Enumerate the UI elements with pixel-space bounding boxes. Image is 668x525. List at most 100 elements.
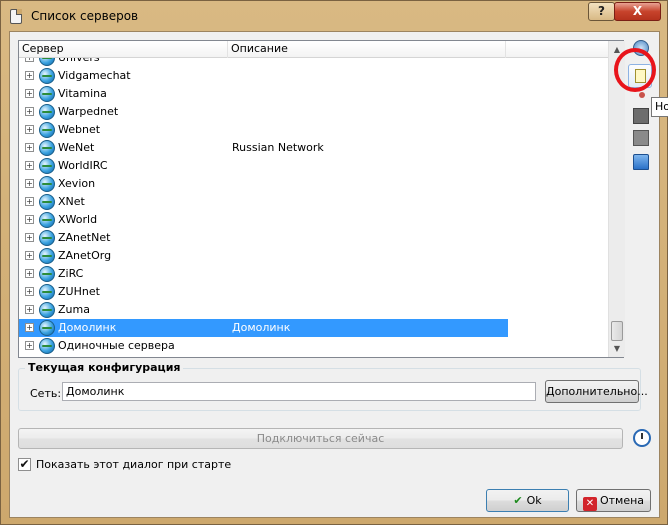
server-name: ZAnetNet	[58, 231, 111, 244]
globe-icon	[39, 104, 55, 120]
timer-icon[interactable]	[633, 429, 651, 447]
globe-icon	[39, 212, 55, 228]
delete-icon[interactable]	[639, 92, 645, 98]
expand-icon[interactable]: +	[25, 71, 34, 80]
expand-icon[interactable]: +	[25, 58, 34, 62]
ok-button[interactable]: ✔ Ok	[486, 489, 569, 512]
help-button[interactable]: ?	[588, 2, 615, 21]
list-item[interactable]: + WorldIRC	[19, 157, 608, 175]
list-header: Сервер Описание	[19, 41, 608, 58]
server-name: WeNet	[58, 141, 95, 154]
expand-icon[interactable]: +	[25, 161, 34, 170]
paste-icon[interactable]	[633, 130, 649, 146]
list-item[interactable]: + ZAnetNet	[19, 229, 608, 247]
show-on-start-label[interactable]: Показать этот диалог при старте	[36, 458, 231, 471]
list-item[interactable]: + XWorld	[19, 211, 608, 229]
expand-icon[interactable]: +	[25, 125, 34, 134]
globe-icon	[39, 158, 55, 174]
scroll-down-icon[interactable]: ▼	[609, 340, 625, 357]
globe-icon	[39, 86, 55, 102]
globe-icon	[39, 176, 55, 192]
expand-icon[interactable]: +	[25, 305, 34, 314]
globe-icon	[39, 140, 55, 156]
expand-icon[interactable]: +	[25, 89, 34, 98]
expand-icon[interactable]: +	[25, 287, 34, 296]
list-item[interactable]: + Zuma	[19, 301, 608, 319]
list-item[interactable]: + Vidgamechat	[19, 67, 608, 85]
server-description: Russian Network	[232, 141, 324, 154]
list-item[interactable]: + Домолинк Домолинк	[19, 319, 508, 337]
globe-icon	[39, 338, 55, 354]
globe-icon	[39, 248, 55, 264]
expand-icon[interactable]: +	[25, 107, 34, 116]
server-name: ZAnetOrg	[58, 249, 112, 262]
server-name: XNet	[58, 195, 85, 208]
expand-icon[interactable]: +	[25, 269, 34, 278]
globe-icon	[39, 68, 55, 84]
ok-label: Ok	[526, 494, 542, 507]
list-item[interactable]: + Webnet	[19, 121, 608, 139]
cancel-button[interactable]: ✕ Отмена	[576, 489, 651, 512]
server-name: Webnet	[58, 123, 101, 136]
globe-icon	[39, 194, 55, 210]
list-item[interactable]: + ZUHnet	[19, 283, 608, 301]
window-title: Список серверов	[31, 9, 139, 23]
server-name: Vidgamechat	[58, 69, 131, 82]
list-rows: +Univers+Vidgamechat+Vitamina+Warpednet+…	[19, 58, 608, 357]
vertical-scrollbar[interactable]: ▲ ▼	[608, 41, 625, 357]
list-item[interactable]: + ZAnetOrg	[19, 247, 608, 265]
list-item[interactable]: + Xevion	[19, 175, 608, 193]
globe-icon	[39, 58, 55, 66]
list-item[interactable]: + Vitamina	[19, 85, 608, 103]
column-header-server[interactable]: Сервер	[19, 41, 228, 58]
globe-icon	[39, 230, 55, 246]
server-name: Xevion	[58, 177, 96, 190]
expand-icon[interactable]: +	[25, 143, 34, 152]
expand-icon[interactable]: +	[25, 233, 34, 242]
current-config-group: Текущая конфигурация Сеть: Домолинк Допо…	[18, 361, 648, 411]
list-item[interactable]: + WeNet Russian Network	[19, 139, 608, 157]
advanced-button[interactable]: Дополнительно...	[545, 380, 648, 403]
globe-icon	[39, 302, 55, 318]
expand-icon[interactable]: +	[25, 341, 34, 350]
network-field[interactable]: Домолинк	[62, 382, 536, 401]
cancel-label: Отмена	[599, 494, 645, 507]
expand-icon[interactable]: +	[25, 215, 34, 224]
connect-now-button[interactable]: Подключиться сейчас	[18, 428, 623, 449]
document-icon	[10, 9, 22, 24]
server-name: ZUHnet	[58, 285, 100, 298]
list-item[interactable]: + Univers	[19, 58, 608, 67]
expand-icon[interactable]: +	[25, 179, 34, 188]
scroll-thumb[interactable]	[611, 321, 623, 341]
globe-icon	[39, 266, 55, 282]
expand-icon[interactable]: +	[25, 323, 34, 332]
list-item[interactable]: + XNet	[19, 193, 608, 211]
column-header-description[interactable]: Описание	[228, 41, 506, 58]
server-list-window: Список серверов ? X Сервер Описание + Uni…	[0, 0, 668, 525]
server-description: Домолинк	[232, 321, 291, 334]
open-folder-icon[interactable]	[633, 154, 649, 170]
server-name: Warpednet	[58, 105, 119, 118]
cancel-x-icon: ✕	[582, 497, 597, 511]
expand-icon[interactable]: +	[25, 251, 34, 260]
server-name: Домолинк	[58, 321, 117, 334]
list-item[interactable]: + Warpednet	[19, 103, 608, 121]
list-item[interactable]: + Одиночные сервера	[19, 337, 608, 355]
server-name: ZiRC	[58, 267, 84, 280]
copy-icon[interactable]	[633, 108, 649, 124]
server-list[interactable]: Сервер Описание + Univers + Vidgamechat + Vit…	[18, 40, 625, 358]
globe-icon	[39, 320, 55, 336]
server-name: WorldIRC	[58, 159, 108, 172]
server-name: Vitamina	[58, 87, 107, 100]
close-button[interactable]: X	[614, 2, 661, 21]
globe-icon	[39, 122, 55, 138]
expand-icon[interactable]: +	[25, 197, 34, 206]
network-label: Сеть:	[30, 387, 62, 400]
show-on-start-checkbox[interactable]: ✔	[18, 458, 31, 471]
title-bar: Список серверов ? X	[1, 1, 667, 31]
server-name: Zuma	[58, 303, 90, 316]
group-title: Текущая конфигурация	[25, 361, 184, 374]
annotation-circle	[614, 48, 656, 92]
server-name: Одиночные сервера	[58, 339, 175, 352]
list-item[interactable]: + ZiRC	[19, 265, 608, 283]
